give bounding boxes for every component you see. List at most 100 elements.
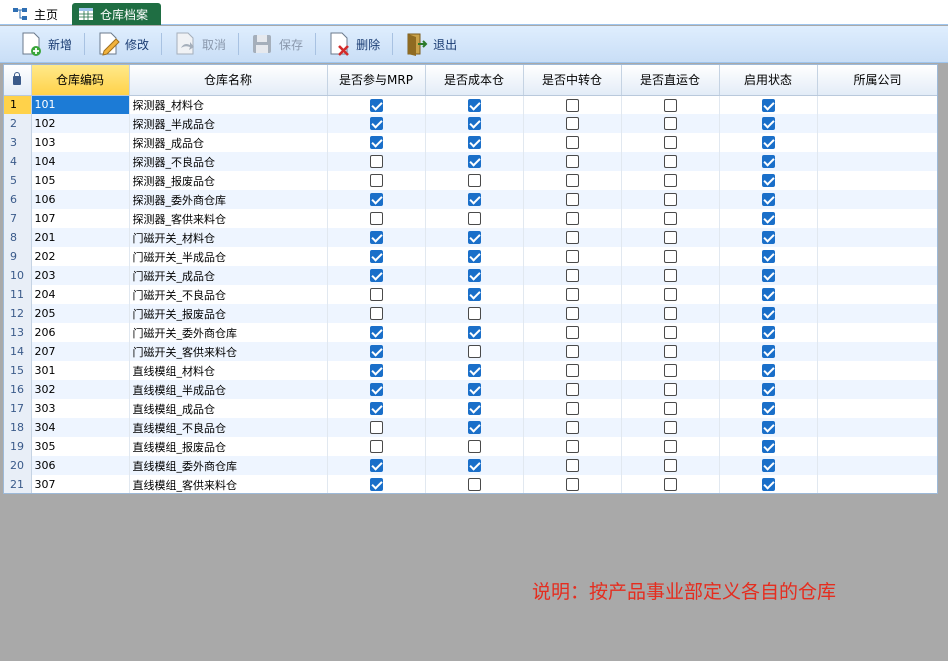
row-number[interactable]: 21 [4,475,32,493]
warehouse-name-cell[interactable]: 直线模组_成品仓 [129,399,328,418]
cost-cell[interactable] [425,285,524,304]
direct-checkbox[interactable] [663,231,677,245]
enabled-checkbox[interactable] [761,459,775,473]
cost-checkbox[interactable] [467,288,481,302]
warehouse-code-cell[interactable]: 206 [31,323,130,342]
direct-cell[interactable] [621,456,720,475]
direct-checkbox[interactable] [663,136,677,150]
direct-cell[interactable] [621,266,720,285]
transit-checkbox[interactable] [565,402,579,416]
direct-cell[interactable] [621,209,720,228]
mrp-cell[interactable] [327,361,426,380]
table-row[interactable]: 4 104 探测器_不良品仓 [4,152,937,171]
cost-cell[interactable] [425,342,524,361]
transit-cell[interactable] [523,456,622,475]
company-cell[interactable] [817,209,937,228]
transit-checkbox[interactable] [565,478,579,492]
table-row[interactable]: 11 204 门磁开关_不良品仓 [4,285,937,304]
warehouse-code-cell[interactable]: 106 [31,190,130,209]
warehouse-code-cell[interactable]: 204 [31,285,130,304]
mrp-cell[interactable] [327,247,426,266]
warehouse-name-cell[interactable]: 直线模组_客供来料仓 [129,475,328,493]
mrp-cell[interactable] [327,133,426,152]
cost-checkbox[interactable] [467,440,481,454]
direct-checkbox[interactable] [663,459,677,473]
warehouse-name-cell[interactable]: 门磁开关_报废品仓 [129,304,328,323]
row-number[interactable]: 14 [4,342,32,361]
mrp-checkbox[interactable] [369,98,383,112]
enabled-cell[interactable] [719,152,818,171]
warehouse-code-cell[interactable]: 205 [31,304,130,323]
company-cell[interactable] [817,114,937,133]
enabled-checkbox[interactable] [761,98,775,112]
warehouse-name-cell[interactable]: 直线模组_委外商仓库 [129,456,328,475]
warehouse-code-cell[interactable]: 201 [31,228,130,247]
cost-checkbox[interactable] [467,478,481,492]
warehouse-name-cell[interactable]: 直线模组_不良品仓 [129,418,328,437]
mrp-cell[interactable] [327,418,426,437]
table-row[interactable]: 6 106 探测器_委外商仓库 [4,190,937,209]
mrp-checkbox[interactable] [369,421,383,435]
enabled-checkbox[interactable] [761,364,775,378]
row-number[interactable]: 8 [4,228,32,247]
warehouse-name-cell[interactable]: 探测器_成品仓 [129,133,328,152]
table-row[interactable]: 20 306 直线模组_委外商仓库 [4,456,937,475]
cost-cell[interactable] [425,304,524,323]
enabled-cell[interactable] [719,171,818,190]
mrp-cell[interactable] [327,95,426,114]
warehouse-name-cell[interactable]: 探测器_半成品仓 [129,114,328,133]
cost-checkbox[interactable] [467,326,481,340]
direct-cell[interactable] [621,418,720,437]
transit-cell[interactable] [523,247,622,266]
warehouse-code-cell[interactable]: 207 [31,342,130,361]
enabled-cell[interactable] [719,285,818,304]
transit-checkbox[interactable] [565,136,579,150]
cost-cell[interactable] [425,171,524,190]
transit-checkbox[interactable] [565,383,579,397]
company-cell[interactable] [817,228,937,247]
transit-cell[interactable] [523,437,622,456]
company-cell[interactable] [817,247,937,266]
mrp-checkbox[interactable] [369,459,383,473]
column-header-cost[interactable]: 是否成本仓 [425,65,524,96]
warehouse-name-cell[interactable]: 门磁开关_成品仓 [129,266,328,285]
cost-checkbox[interactable] [467,402,481,416]
row-number[interactable]: 17 [4,399,32,418]
table-row[interactable]: 17 303 直线模组_成品仓 [4,399,937,418]
warehouse-name-cell[interactable]: 直线模组_材料仓 [129,361,328,380]
direct-checkbox[interactable] [663,155,677,169]
row-number[interactable]: 4 [4,152,32,171]
transit-cell[interactable] [523,323,622,342]
transit-cell[interactable] [523,95,622,114]
enabled-cell[interactable] [719,266,818,285]
direct-cell[interactable] [621,475,720,493]
enabled-cell[interactable] [719,114,818,133]
enabled-checkbox[interactable] [761,288,775,302]
mrp-checkbox[interactable] [369,250,383,264]
warehouse-code-cell[interactable]: 302 [31,380,130,399]
transit-checkbox[interactable] [565,231,579,245]
table-row[interactable]: 21 307 直线模组_客供来料仓 [4,475,937,493]
add-button[interactable]: 新增 [16,29,78,59]
enabled-cell[interactable] [719,475,818,493]
table-row[interactable]: 2 102 探测器_半成品仓 [4,114,937,133]
enabled-checkbox[interactable] [761,174,775,188]
enabled-cell[interactable] [719,323,818,342]
cost-cell[interactable] [425,437,524,456]
cost-checkbox[interactable] [467,383,481,397]
cost-checkbox[interactable] [467,136,481,150]
transit-cell[interactable] [523,342,622,361]
table-row[interactable]: 14 207 门磁开关_客供来料仓 [4,342,937,361]
transit-cell[interactable] [523,114,622,133]
transit-cell[interactable] [523,418,622,437]
direct-checkbox[interactable] [663,250,677,264]
tab-warehouse-archive[interactable]: 仓库档案 [72,3,161,25]
transit-checkbox[interactable] [565,174,579,188]
mrp-checkbox[interactable] [369,440,383,454]
enabled-cell[interactable] [719,399,818,418]
direct-cell[interactable] [621,152,720,171]
row-number[interactable]: 7 [4,209,32,228]
mrp-checkbox[interactable] [369,212,383,226]
warehouse-code-cell[interactable]: 303 [31,399,130,418]
direct-checkbox[interactable] [663,383,677,397]
